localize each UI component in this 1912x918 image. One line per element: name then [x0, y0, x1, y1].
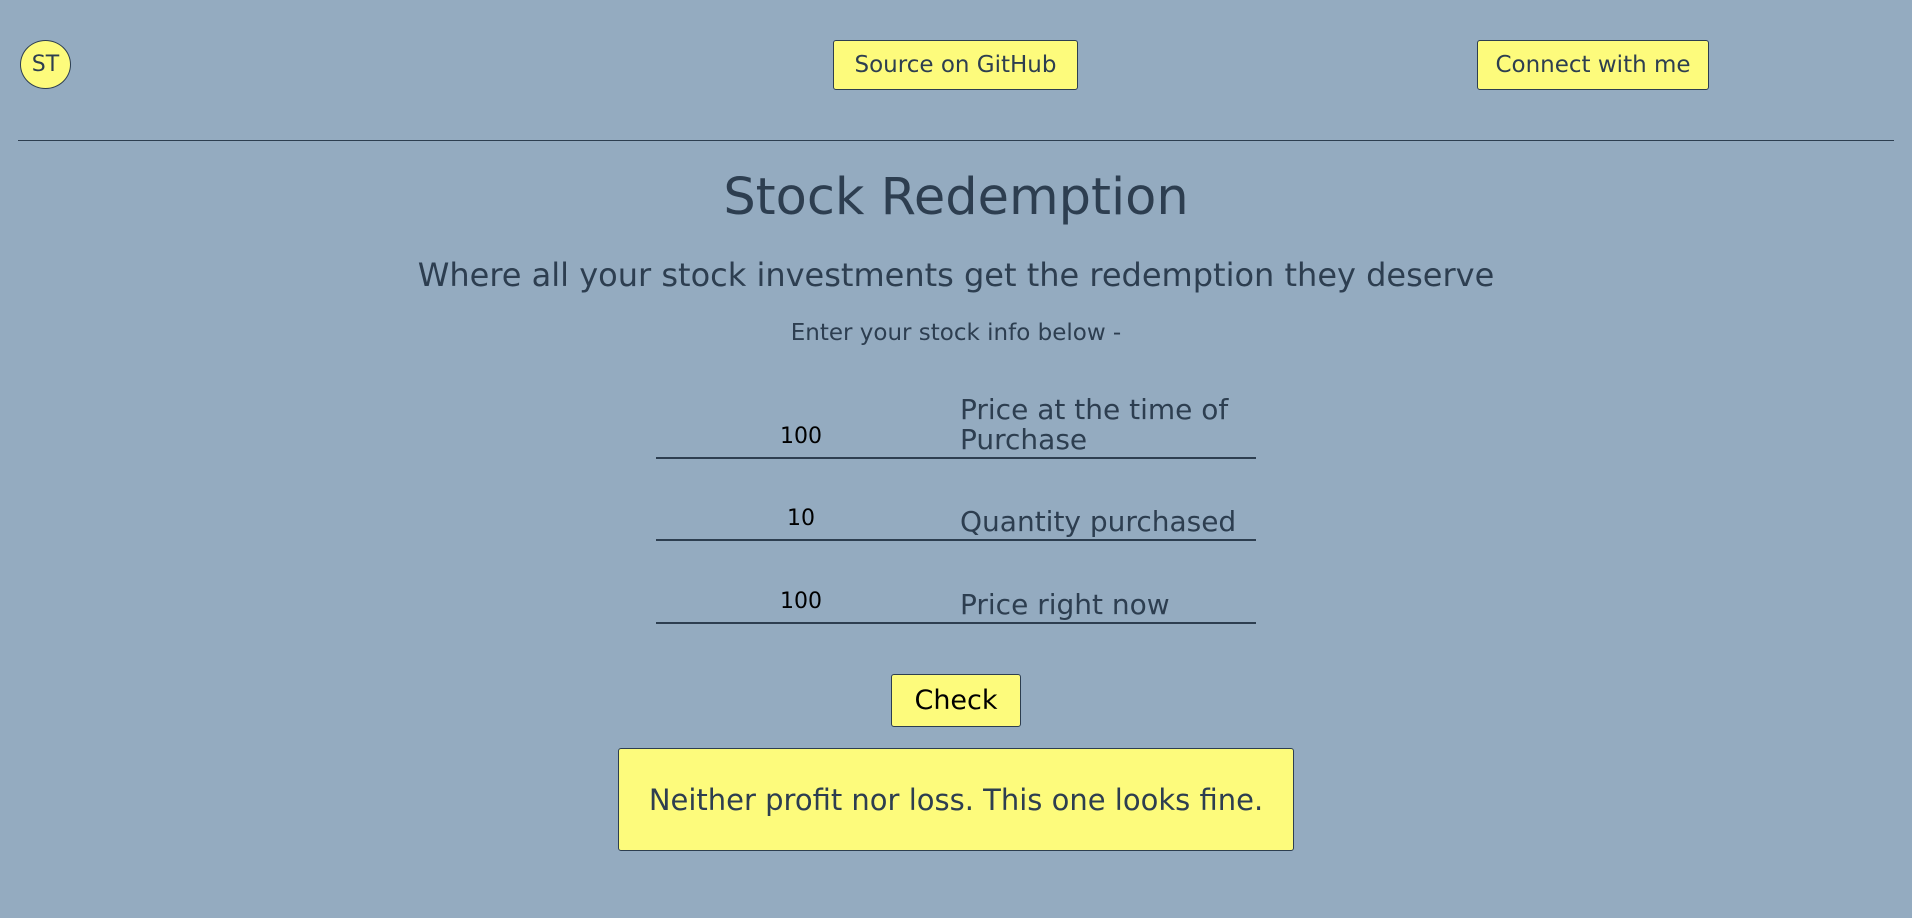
instruction-text: Enter your stock info below - — [790, 320, 1122, 346]
page-title: Stock Redemption — [723, 168, 1189, 227]
purchase-price-row: Price at the time of Purchase — [656, 390, 1256, 459]
current-price-row: Price right now — [656, 575, 1256, 624]
avatar[interactable]: ST — [20, 40, 71, 89]
source-on-github-button[interactable]: Source on GitHub — [833, 40, 1078, 90]
quantity-input[interactable] — [656, 503, 946, 533]
top-navbar: ST Source on GitHub Connect with me — [18, 0, 1894, 141]
current-price-input[interactable] — [656, 586, 946, 616]
current-price-label: Price right now — [960, 588, 1170, 621]
purchase-price-input[interactable] — [656, 421, 946, 451]
purchase-price-label: Price at the time of Purchase — [960, 393, 1229, 456]
result-message: Neither profit nor loss. This one looks … — [618, 748, 1294, 851]
quantity-label: Quantity purchased — [960, 505, 1237, 538]
check-button[interactable]: Check — [891, 674, 1021, 727]
page-subtitle: Where all your stock investments get the… — [417, 256, 1495, 294]
connect-with-me-button[interactable]: Connect with me — [1477, 40, 1709, 90]
quantity-row: Quantity purchased — [656, 492, 1256, 541]
